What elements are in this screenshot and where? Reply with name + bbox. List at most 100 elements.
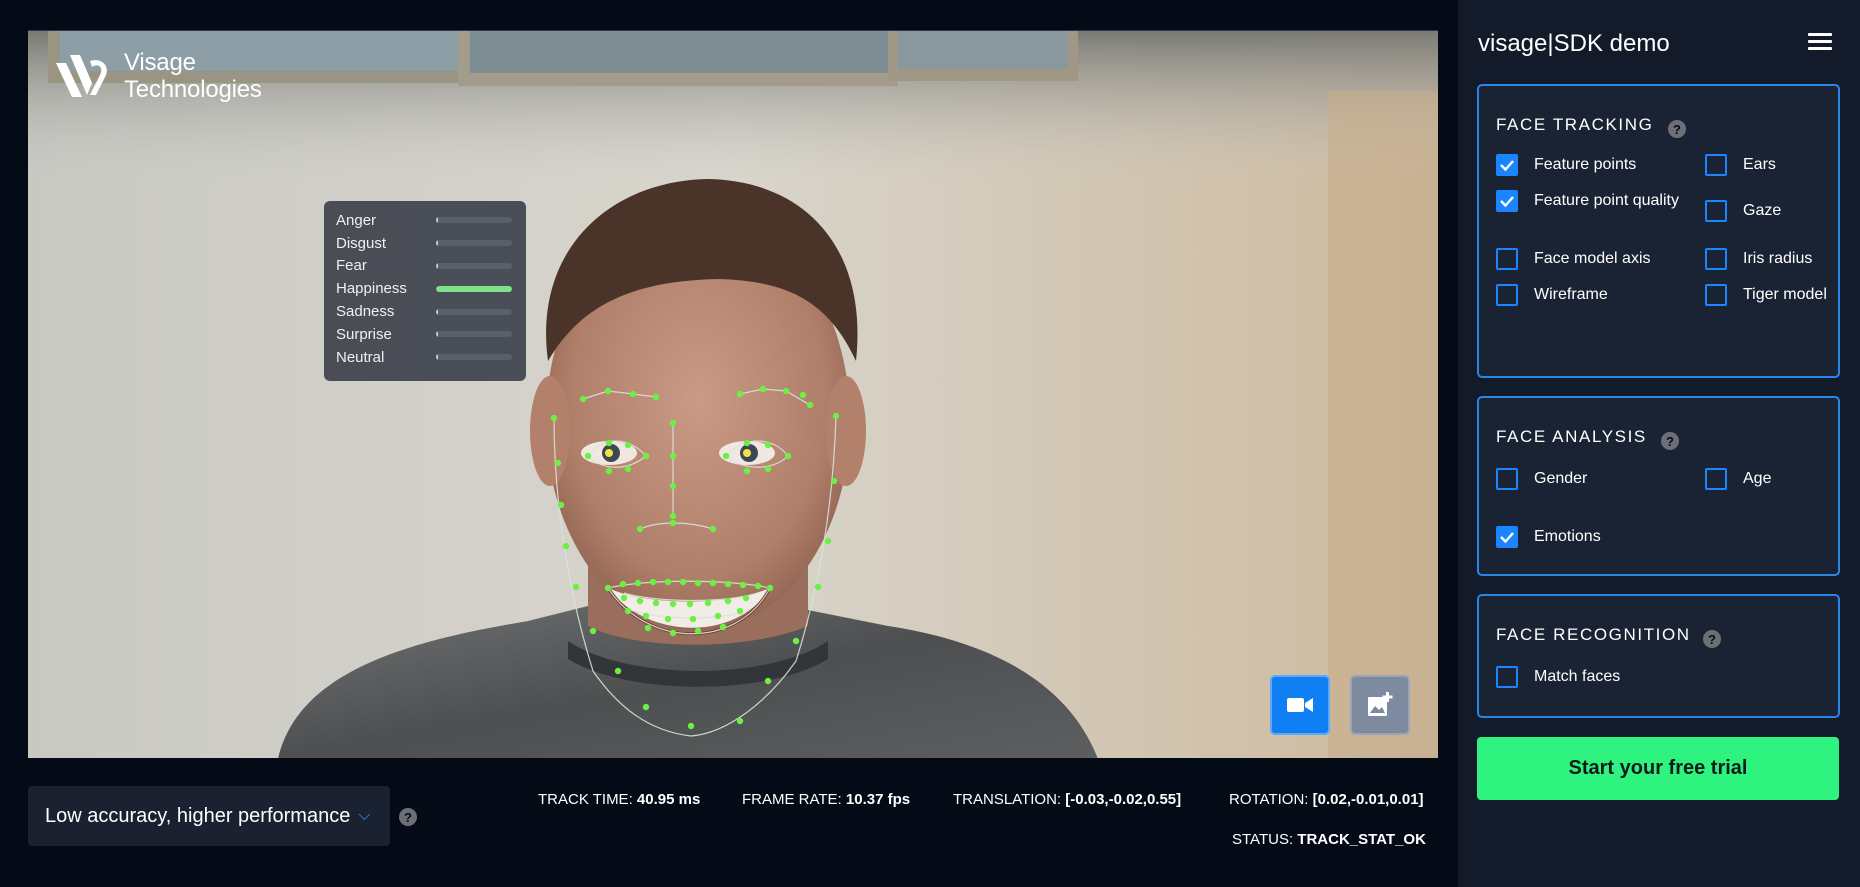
checkbox[interactable] bbox=[1705, 283, 1727, 306]
checkbox[interactable] bbox=[1496, 283, 1518, 306]
feature-point bbox=[572, 583, 580, 591]
feature-point bbox=[624, 607, 632, 615]
option-label: Feature point quality bbox=[1534, 192, 1679, 209]
option-tiger-model[interactable]: Tiger model bbox=[1705, 283, 1835, 306]
feature-point bbox=[694, 579, 702, 587]
checkbox[interactable] bbox=[1496, 153, 1518, 176]
add-image-button[interactable] bbox=[1350, 675, 1410, 735]
checkbox[interactable] bbox=[1496, 665, 1518, 688]
checkbox[interactable] bbox=[1705, 247, 1727, 270]
checkbox[interactable] bbox=[1705, 153, 1727, 176]
track-time-value: 40.95 ms bbox=[636, 791, 701, 808]
checkbox[interactable] bbox=[1705, 467, 1727, 490]
feature-point bbox=[784, 452, 792, 460]
pupil-point bbox=[743, 449, 751, 457]
feature-point bbox=[736, 390, 744, 398]
feature-point bbox=[686, 600, 694, 608]
feature-point bbox=[642, 703, 650, 711]
option-ears[interactable]: Ears bbox=[1705, 153, 1835, 176]
video-camera-icon bbox=[1287, 698, 1313, 712]
accuracy-select-value: Low accuracy, higher performance bbox=[45, 804, 351, 827]
feature-point bbox=[554, 459, 562, 467]
face-analysis-help-icon[interactable]: ? bbox=[1661, 432, 1679, 450]
settings-panel: visage|SDK demo FACE TRACKING ? Feature … bbox=[1458, 0, 1860, 887]
option-face-model-axis[interactable]: Face model axis bbox=[1496, 247, 1686, 270]
feature-point bbox=[669, 512, 677, 520]
emotion-bar-track bbox=[436, 285, 512, 292]
checkbox[interactable] bbox=[1496, 467, 1518, 490]
emotions-overlay: Anger Disgust Fear Happiness Sadness Surprise… bbox=[324, 201, 526, 381]
option-label: Match faces bbox=[1534, 668, 1621, 685]
checkbox[interactable] bbox=[1496, 247, 1518, 270]
option-label: Feature points bbox=[1534, 156, 1637, 173]
feature-point bbox=[679, 578, 687, 586]
start-free-trial-button[interactable]: Start your free trial bbox=[1477, 737, 1839, 800]
feature-point bbox=[550, 414, 558, 422]
option-emotions[interactable]: Emotions bbox=[1496, 525, 1686, 548]
feature-point bbox=[634, 579, 642, 587]
camera-view: Visage Technologies Anger Disgust Fear Happ… bbox=[28, 30, 1438, 758]
emotion-row-neutral: Neutral bbox=[336, 346, 514, 369]
translation-value: [-0.03,-0.02,0.55] bbox=[1065, 791, 1182, 808]
feature-point bbox=[799, 391, 807, 399]
feature-point bbox=[579, 395, 587, 403]
face-recognition-help-icon[interactable]: ? bbox=[1703, 630, 1721, 648]
camera-feed bbox=[28, 31, 1438, 758]
track-time-label: TRACK TIME: bbox=[538, 791, 633, 808]
option-age[interactable]: Age bbox=[1705, 467, 1835, 490]
status-label: STATUS: bbox=[1232, 831, 1294, 848]
option-gender[interactable]: Gender bbox=[1496, 467, 1686, 490]
feature-point bbox=[782, 387, 790, 395]
face-tracking-title: FACE TRACKING bbox=[1496, 115, 1654, 134]
translation-label: TRANSLATION: bbox=[953, 791, 1062, 808]
face-tracking-help-icon[interactable]: ? bbox=[1668, 120, 1686, 138]
emotion-bar-fill bbox=[436, 240, 438, 247]
checkbox[interactable] bbox=[1705, 199, 1727, 222]
feature-point bbox=[669, 519, 677, 527]
option-label: Iris radius bbox=[1743, 250, 1813, 267]
logo-text: Visage Technologies bbox=[124, 49, 262, 103]
accuracy-help-icon[interactable]: ? bbox=[399, 808, 417, 826]
feature-point bbox=[824, 537, 832, 545]
frame-rate-value: 10.37 fps bbox=[845, 791, 911, 808]
emotion-bar-fill bbox=[436, 354, 438, 361]
app-root: Visage Technologies Anger Disgust Fear Happ… bbox=[0, 0, 1860, 887]
option-label: Ears bbox=[1743, 156, 1776, 173]
panel-title: visage|SDK demo bbox=[1478, 30, 1670, 57]
feature-point bbox=[629, 390, 637, 398]
emotion-label: Anger bbox=[336, 211, 377, 229]
feature-point bbox=[719, 623, 727, 631]
option-feature-points[interactable]: Feature points bbox=[1496, 153, 1686, 176]
option-wireframe[interactable]: Wireframe bbox=[1496, 283, 1686, 306]
feature-point bbox=[814, 583, 822, 591]
hamburger-menu-icon[interactable] bbox=[1808, 33, 1832, 53]
option-iris-radius[interactable]: Iris radius bbox=[1705, 247, 1835, 270]
emotion-label: Sadness bbox=[336, 303, 395, 321]
feature-point bbox=[739, 581, 747, 589]
emotion-bar-fill bbox=[436, 262, 438, 269]
checkbox[interactable] bbox=[1496, 189, 1518, 212]
feature-point bbox=[636, 597, 644, 605]
feature-point bbox=[604, 387, 612, 395]
video-camera-button[interactable] bbox=[1270, 675, 1330, 735]
emotion-label: Happiness bbox=[336, 280, 407, 298]
rotation-label: ROTATION: bbox=[1229, 791, 1309, 808]
emotion-row-happiness: Happiness bbox=[336, 277, 514, 300]
checkbox[interactable] bbox=[1496, 525, 1518, 548]
frame-rate: FRAME RATE: 10.37 fps bbox=[742, 791, 910, 808]
option-feature-point-quality[interactable]: Feature point quality bbox=[1496, 189, 1686, 212]
option-match-faces[interactable]: Match faces bbox=[1496, 665, 1696, 688]
feature-point bbox=[742, 594, 750, 602]
emotion-bar-fill bbox=[436, 308, 438, 315]
option-gaze[interactable]: Gaze bbox=[1705, 199, 1835, 222]
feature-point bbox=[722, 452, 730, 460]
feature-point bbox=[669, 419, 677, 427]
feature-point bbox=[724, 580, 732, 588]
feature-point bbox=[652, 599, 660, 607]
accuracy-select[interactable]: Low accuracy, higher performance ⌵ bbox=[28, 786, 390, 846]
feature-point bbox=[624, 441, 632, 449]
emotion-bar-fill bbox=[436, 285, 512, 292]
feature-point bbox=[619, 580, 627, 588]
feature-point bbox=[664, 578, 672, 586]
feature-point bbox=[624, 465, 632, 473]
